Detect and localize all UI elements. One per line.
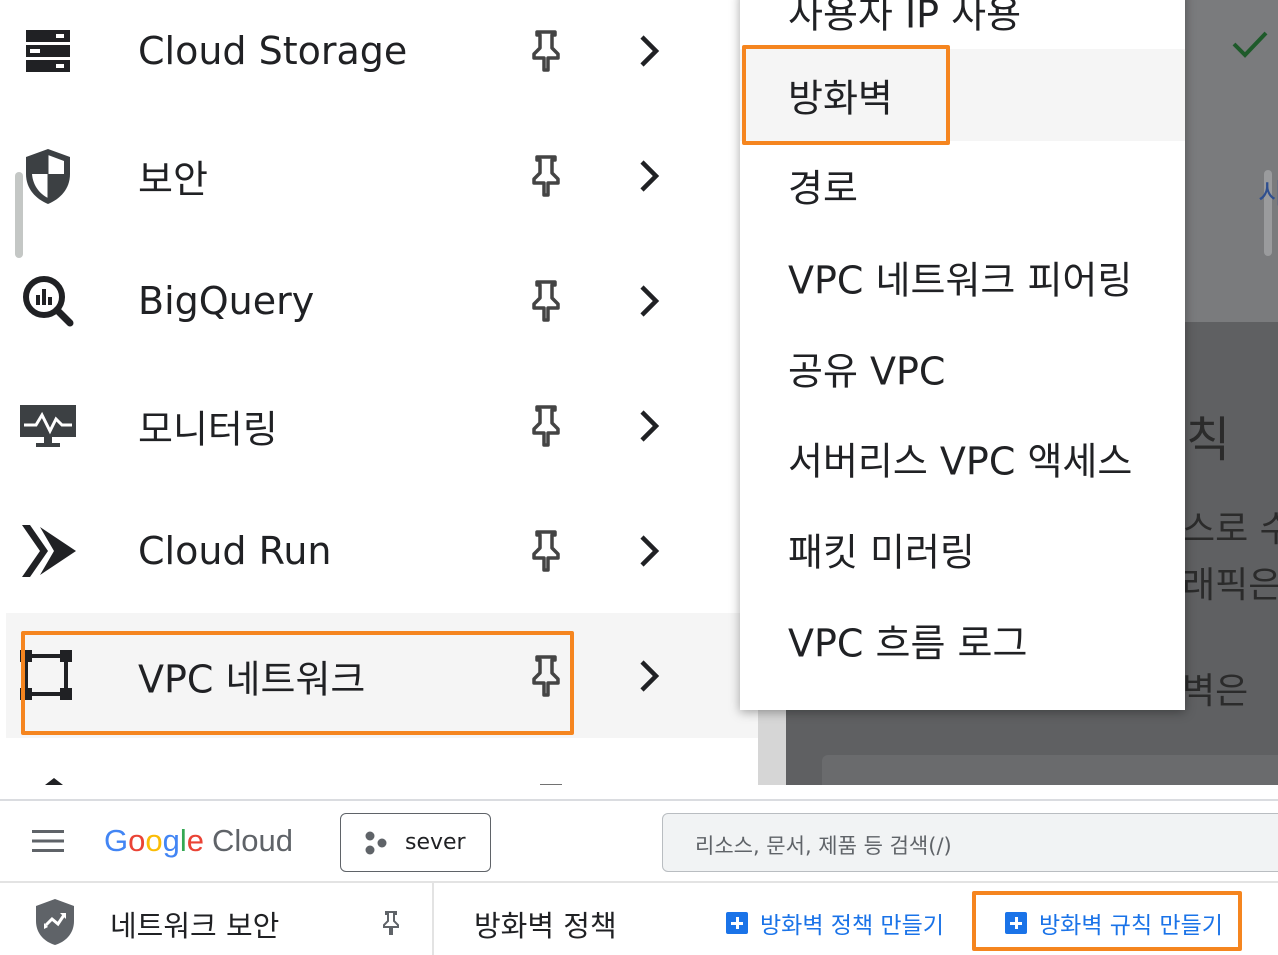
pin-icon[interactable]: [528, 28, 564, 74]
nav-item-partial[interactable]: [6, 738, 758, 785]
panel-scrollbar[interactable]: [758, 700, 786, 785]
nav-item-vpc-network[interactable]: VPC 네트워크: [6, 613, 758, 738]
page-title: 방화벽 정책: [474, 909, 617, 943]
project-name: sever: [405, 830, 466, 855]
chevron-right-icon[interactable]: [636, 533, 662, 569]
nav-item-label: BigQuery: [138, 278, 315, 323]
submenu-item-label: VPC 흐름 로그: [788, 621, 1028, 666]
dimmed-text: 칙: [1186, 412, 1231, 468]
create-firewall-rule-button[interactable]: 방화벽 규칙 만들기: [1005, 907, 1223, 939]
console-top-bar: Google Cloud sever 리소스, 문서, 제품 등 검색(/): [0, 801, 1278, 883]
dimmed-card: [822, 755, 1278, 785]
nav-item-label: 보안: [138, 157, 208, 201]
screenshot-separator: [0, 785, 1278, 801]
create-firewall-policy-label: 방화벽 정책 만들기: [760, 913, 944, 939]
nav-item-label: Cloud Run: [138, 528, 332, 573]
nav-item-label: Cloud Storage: [138, 28, 408, 73]
storage-icon: [18, 21, 78, 81]
pin-icon[interactable]: [536, 778, 566, 785]
nav-item-cloud-run[interactable]: Cloud Run: [6, 488, 758, 613]
divider: [432, 883, 434, 955]
section-title: 네트워크 보안: [110, 909, 280, 943]
submenu-item-label: 경로: [788, 166, 858, 211]
partial-nav-icon: [45, 778, 63, 785]
chevron-right-icon[interactable]: [636, 158, 662, 194]
submenu-item-label: VPC 네트워크 피어링: [788, 258, 1133, 303]
security-shield-icon: [18, 146, 78, 206]
dimmed-text: 래픽은: [1182, 565, 1278, 606]
dimmed-text: 스로 수: [1182, 509, 1278, 550]
submenu-item-shared-vpc[interactable]: 공유 VPC: [740, 322, 1185, 414]
create-firewall-policy-button[interactable]: 방화벽 정책 만들기: [726, 907, 944, 939]
pin-icon[interactable]: [380, 909, 402, 937]
chevron-right-icon[interactable]: [636, 408, 662, 444]
chevron-right-icon[interactable]: [636, 33, 662, 69]
submenu-item-label: 패킷 미러링: [788, 530, 975, 575]
network-security-shield-icon: [36, 899, 74, 945]
google-cloud-logo[interactable]: Google Cloud: [104, 823, 293, 859]
logo-letter: o: [145, 823, 163, 858]
section-header-bar: 네트워크 보안 방화벽 정책 방화벽 정책 만들기 방화벽 규칙 만들기: [0, 883, 1278, 955]
nav-item-label: 모니터링: [138, 407, 278, 451]
submenu-item-serverless-vpc-access[interactable]: 서버리스 VPC 액세스: [740, 412, 1185, 504]
submenu-item-vpc-peering[interactable]: VPC 네트워크 피어링: [740, 231, 1185, 323]
nav-item-cloud-storage[interactable]: Cloud Storage: [6, 0, 758, 113]
nav-item-bigquery[interactable]: BigQuery: [6, 238, 758, 363]
search-placeholder: 리소스, 문서, 제품 등 검색(/): [695, 834, 952, 858]
vpc-submenu: 사용자 IP 사용 방화벽 경로 VPC 네트워크 피어링 공유 VPC 서버리…: [740, 0, 1185, 710]
logo-cloud-text: Cloud: [212, 823, 294, 858]
monitoring-icon: [18, 396, 78, 456]
submenu-item-label: 서버리스 VPC 액세스: [788, 439, 1133, 484]
project-picker-button[interactable]: sever: [340, 813, 491, 872]
nav-item-monitoring[interactable]: 모니터링: [6, 363, 758, 488]
dimmed-text: 벽은: [1182, 671, 1249, 712]
check-icon: [1232, 31, 1268, 58]
pin-icon[interactable]: [528, 528, 564, 574]
cloud-run-icon: [18, 521, 78, 581]
submenu-item-routes[interactable]: 경로: [740, 139, 1185, 231]
logo-letter: o: [128, 823, 146, 858]
bigquery-icon: [18, 271, 78, 331]
search-input[interactable]: 리소스, 문서, 제품 등 검색(/): [662, 813, 1278, 872]
add-box-icon: [726, 912, 748, 934]
pin-icon[interactable]: [528, 153, 564, 199]
navigation-menu: Cloud Storage 보안 BigQuery 모니터링 Cloud Run…: [0, 0, 758, 785]
vpc-network-icon: [18, 646, 78, 706]
pin-icon[interactable]: [528, 403, 564, 449]
submenu-item-firewall[interactable]: 방화벽: [740, 49, 1185, 141]
hamburger-menu-icon[interactable]: [32, 829, 64, 853]
pin-icon[interactable]: [528, 278, 564, 324]
chevron-right-icon[interactable]: [636, 658, 662, 694]
submenu-item-label: 방화벽: [788, 76, 893, 121]
pin-icon[interactable]: [528, 653, 564, 699]
nav-item-security[interactable]: 보안: [6, 113, 758, 238]
project-dots-icon: [365, 831, 387, 855]
create-firewall-rule-label: 방화벽 규칙 만들기: [1039, 913, 1223, 939]
add-box-icon: [1005, 912, 1027, 934]
logo-letter: l: [179, 823, 187, 858]
nav-item-label: VPC 네트워크: [138, 657, 366, 701]
logo-letter: g: [162, 823, 180, 858]
submenu-item-vpc-flow-logs[interactable]: VPC 흐름 로그: [740, 594, 1185, 686]
logo-letter: G: [104, 823, 129, 858]
logo-letter: e: [186, 823, 205, 858]
submenu-item-packet-mirroring[interactable]: 패킷 미러링: [740, 503, 1185, 595]
chevron-right-icon[interactable]: [636, 283, 662, 319]
submenu-item-label: 공유 VPC: [788, 349, 946, 394]
submenu-item-label: 사용자 IP 사용: [788, 0, 1022, 37]
dimmed-text: 시: [1258, 177, 1278, 210]
